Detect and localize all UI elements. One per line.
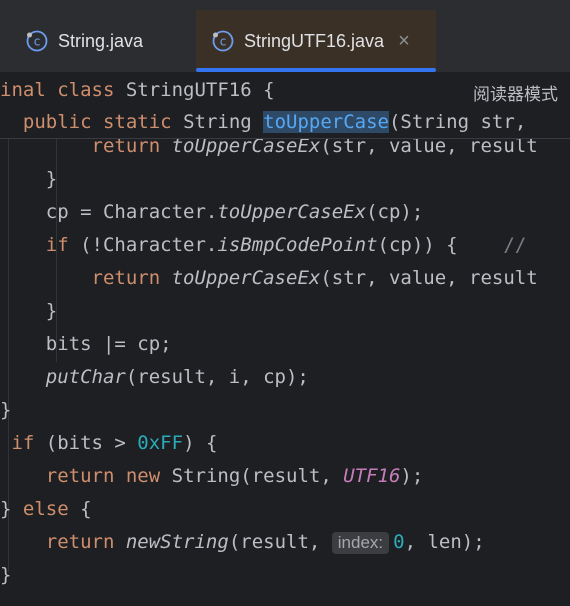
sticky-line-class[interactable]: inal class StringUTF16 { <box>0 74 275 107</box>
sticky-line-method[interactable]: public static String toUpperCase(String … <box>0 106 538 139</box>
code-line[interactable]: return newString(result, index: 0, len); <box>0 526 485 559</box>
code-line[interactable]: return new String(result, UTF16); <box>0 460 424 493</box>
svg-text:c: c <box>220 35 227 49</box>
parameter-hint: index: <box>331 531 390 554</box>
editor-tab-bar: c String.java c StringUTF16.java × <box>0 0 570 72</box>
tab-stringutf16-java[interactable]: c StringUTF16.java × <box>196 10 436 72</box>
code-line[interactable]: } else { <box>0 493 92 526</box>
tab-label: StringUTF16.java <box>244 30 385 51</box>
code-line[interactable]: cp = Character.toUpperCaseEx(cp); <box>0 196 424 229</box>
java-class-icon: c <box>212 30 234 52</box>
code-editor[interactable]: inal class StringUTF16 { public static S… <box>0 72 570 606</box>
sticky-divider <box>0 138 570 139</box>
code-line[interactable]: } <box>0 559 11 592</box>
highlighted-method-name: toUpperCase <box>263 111 389 133</box>
code-line[interactable]: if (bits > 0xFF) { <box>0 427 217 460</box>
code-line[interactable]: if (!Character.isBmpCodePoint(cp)) { // <box>0 229 527 262</box>
svg-text:c: c <box>34 35 41 49</box>
reader-mode-button[interactable]: 阅读器模式 <box>473 80 558 105</box>
code-line[interactable]: } <box>0 163 57 196</box>
code-line[interactable]: putChar(result, i, cp); <box>0 361 309 394</box>
close-icon[interactable]: × <box>398 31 410 51</box>
tab-string-java[interactable]: c String.java <box>10 10 190 72</box>
java-class-icon: c <box>26 30 48 52</box>
code-line[interactable]: } <box>0 394 11 427</box>
code-line[interactable]: bits |= cp; <box>0 328 172 361</box>
code-line[interactable]: } <box>0 295 57 328</box>
code-line[interactable]: return toUpperCaseEx(str, value, result <box>0 262 538 295</box>
tab-label: String.java <box>58 30 144 51</box>
